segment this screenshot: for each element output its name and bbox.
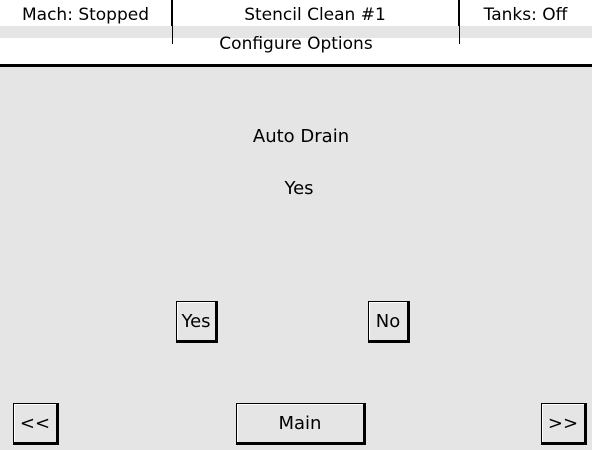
status-divider: [459, 0, 460, 44]
yes-button[interactable]: Yes: [176, 301, 218, 343]
tanks-status: Tanks: Off: [483, 5, 568, 25]
option-label: Auto Drain: [252, 126, 350, 147]
status-bar: Mach: Stopped Stencil Clean #1 Tanks: Of…: [0, 0, 592, 26]
next-button[interactable]: >>: [541, 403, 587, 445]
program-name: Stencil Clean #1: [172, 0, 459, 26]
machine-status: Mach: Stopped: [0, 0, 172, 26]
hmi-screen: Mach: Stopped Stencil Clean #1 Tanks: Of…: [0, 0, 592, 450]
screen-title-bar: Configure Options: [0, 34, 592, 67]
status-divider: [172, 0, 173, 44]
option-current-value: Yes: [284, 178, 314, 199]
main-menu-button[interactable]: Main: [236, 403, 366, 445]
no-button[interactable]: No: [368, 301, 410, 343]
screen-title: Configure Options: [219, 34, 373, 54]
previous-button[interactable]: <<: [13, 403, 59, 445]
